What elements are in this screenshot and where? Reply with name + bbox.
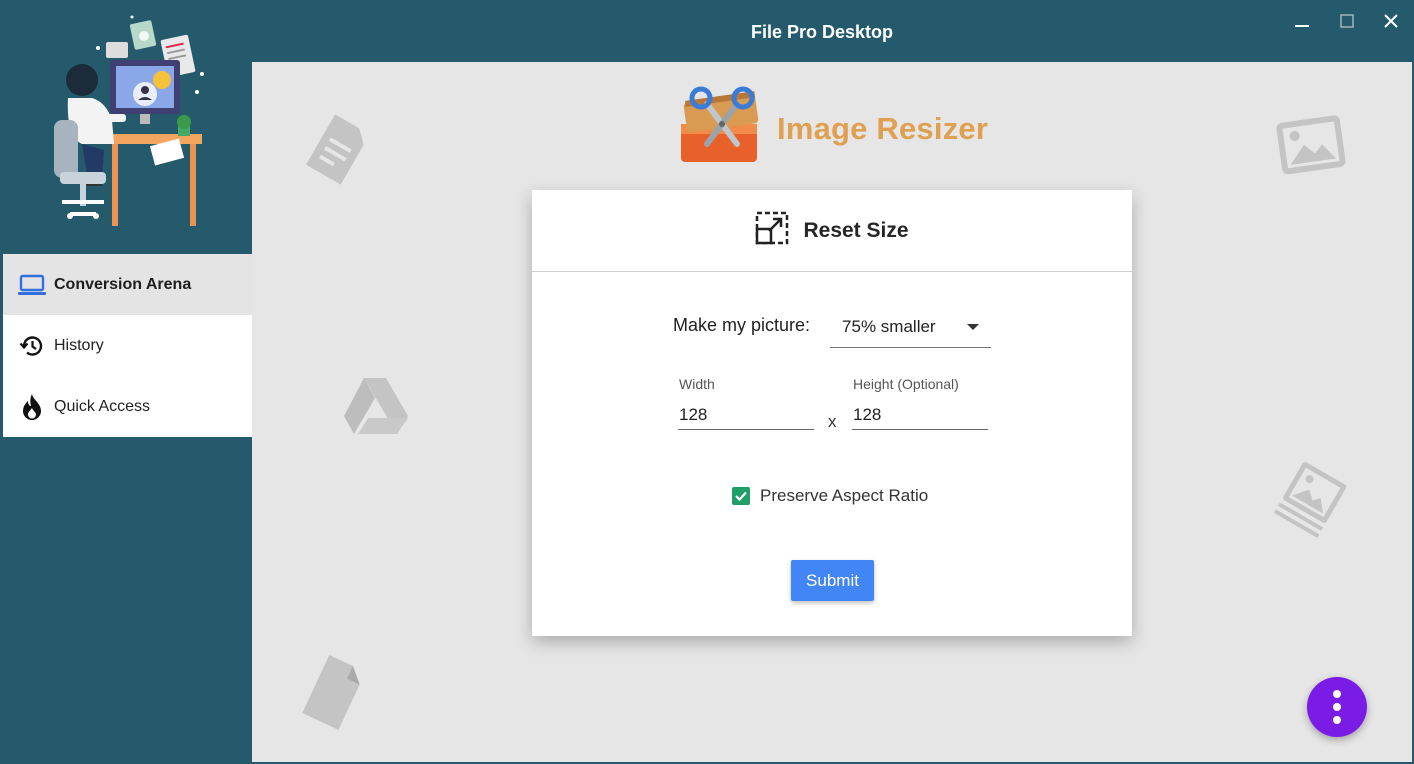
title-bar: File Pro Desktop [252, 2, 1412, 62]
width-field: Width [678, 376, 814, 430]
scissors-ruler-icon [677, 84, 763, 173]
sidebar-nav: Conversion Arena History Quick Access [3, 254, 252, 437]
sidebar-item-conversion-arena[interactable]: Conversion Arena [3, 254, 252, 315]
window-title: File Pro Desktop [750, 22, 894, 42]
image-bg-icon [1272, 114, 1348, 181]
app-logo: Image Resizer [677, 84, 988, 173]
file-bg-icon [298, 652, 368, 737]
app-window: Conversion Arena History Quick Access Fi… [0, 0, 1414, 764]
height-field: Height (Optional) [852, 376, 988, 430]
preserve-aspect-ratio-label: Preserve Aspect Ratio [760, 486, 929, 505]
maximize-button[interactable] [1332, 10, 1362, 36]
close-icon [1384, 13, 1398, 33]
sidebar-illustration [2, 2, 252, 254]
logo-title: Image Resizer [777, 110, 989, 146]
make-picture-label: Make my picture: [673, 315, 811, 335]
card-title: Reset Size [803, 218, 909, 242]
size-option-row: Make my picture: 75% smaller [673, 308, 992, 348]
minimize-icon [1295, 14, 1309, 33]
laptop-icon [17, 270, 47, 300]
sidebar-item-label: History [54, 336, 104, 354]
more-options-button[interactable] [1307, 677, 1367, 737]
card-header: Reset Size [532, 190, 1132, 272]
height-label: Height (Optional) [853, 376, 959, 392]
sidebar: Conversion Arena History Quick Access [2, 2, 252, 762]
drive-bg-icon [342, 374, 410, 441]
maximize-icon [1340, 13, 1354, 33]
width-label: Width [679, 376, 715, 392]
sidebar-item-label: Quick Access [54, 397, 151, 415]
resize-icon [755, 211, 789, 250]
more-vertical-icon [1333, 690, 1341, 698]
sidebar-item-history[interactable]: History [3, 315, 252, 376]
submit-button[interactable]: Submit [791, 560, 874, 601]
history-icon [17, 331, 47, 361]
height-input[interactable] [852, 400, 988, 430]
reset-size-card: Reset Size Make my picture: 75% smaller … [532, 190, 1132, 636]
sidebar-item-quick-access[interactable]: Quick Access [3, 376, 252, 437]
width-input[interactable] [678, 400, 814, 430]
flame-icon [17, 392, 47, 422]
size-option-select[interactable]: 75% smaller [830, 308, 992, 348]
document-bg-icon [300, 112, 374, 191]
more-vertical-icon-dot [1333, 703, 1341, 711]
chevron-down-icon [967, 323, 980, 330]
main-content: Image Resizer Reset Size Make my picture… [252, 62, 1412, 762]
minimize-button[interactable] [1287, 10, 1317, 36]
close-button[interactable] [1376, 10, 1406, 36]
sidebar-item-label: Conversion Arena [54, 275, 192, 293]
more-vertical-icon-dot [1333, 716, 1341, 724]
preserve-aspect-ratio-checkbox[interactable]: Preserve Aspect Ratio [732, 486, 928, 506]
checkmark-icon [732, 487, 750, 505]
dimension-separator: x [828, 412, 837, 431]
size-option-value: 75% smaller [842, 316, 936, 336]
photos-bg-icon [1272, 458, 1352, 545]
